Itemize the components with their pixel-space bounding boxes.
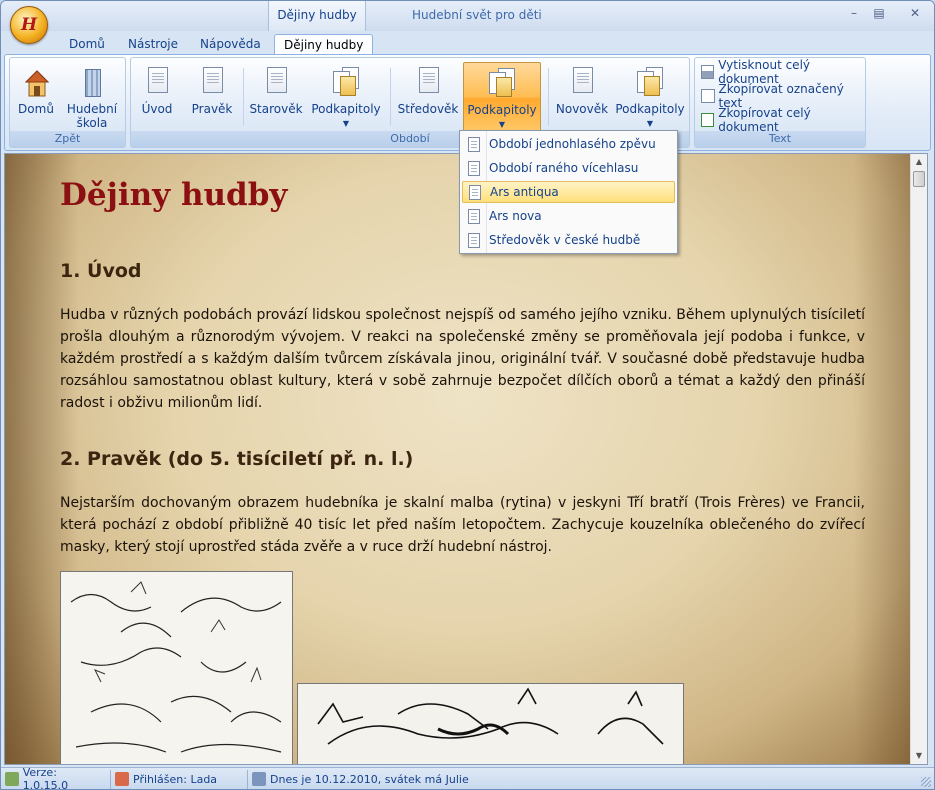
document-icon xyxy=(468,232,480,248)
date-text: Dnes je 10.12.2010, svátek má Julie xyxy=(270,772,469,786)
version-text: Verze: 1.0.15.0 xyxy=(22,766,69,790)
tab-napoveda[interactable]: Nápověda xyxy=(190,34,271,55)
starovek-podkapitoly-button[interactable]: Podkapitoly ▼ xyxy=(309,62,383,132)
tab-domu[interactable]: Domů xyxy=(59,34,115,55)
window-title: Hudební svět pro děti xyxy=(412,8,542,22)
document-icon xyxy=(414,67,442,99)
documents-icon xyxy=(636,67,664,99)
document-icon xyxy=(469,184,481,200)
dropdown-arrow-icon: ▼ xyxy=(646,119,654,128)
document-icon xyxy=(143,67,171,99)
group-label-text: Text xyxy=(695,131,865,147)
section-text-pravek: Nejstarším dochovaným obrazem hudebníka … xyxy=(60,495,865,555)
copy-icon xyxy=(701,89,715,103)
tab-nastroje[interactable]: Nástroje xyxy=(118,34,188,55)
separator xyxy=(548,68,549,126)
stredovek-button[interactable]: Středověk xyxy=(395,62,461,132)
pravek-label: Pravěk xyxy=(191,102,233,116)
status-date: Dnes je 10.12.2010, svátek má Julie xyxy=(248,770,475,789)
status-bar: Verze: 1.0.15.0 Přihlášen: Lada Dnes je … xyxy=(1,766,934,789)
tab-dejiny-hudby[interactable]: Dějiny hudby xyxy=(274,34,374,55)
stredovek-podkapitoly-button[interactable]: Podkapitoly ▼ xyxy=(463,62,541,132)
novovek-button[interactable]: Novověk xyxy=(553,62,611,132)
podkapitoly-label: Podkapitoly xyxy=(467,103,537,117)
documents-icon xyxy=(488,68,516,100)
user-icon xyxy=(115,772,129,786)
copy-all-label: Zkopírovat celý dokument xyxy=(718,106,811,134)
house-icon xyxy=(22,67,50,99)
cave-painting-image xyxy=(60,571,293,764)
stredovek-label: Středověk xyxy=(397,102,459,116)
menu-item-label: Středověk v české hudbě xyxy=(489,233,641,247)
cave-engraving-image xyxy=(297,683,684,764)
scroll-down-icon[interactable]: ▼ xyxy=(913,750,925,762)
group-zpet: Domů Hudební škola Zpět xyxy=(9,57,126,148)
section-heading-pravek: 2. Pravěk (do 5. tisíciletí př. n. l.) xyxy=(60,448,414,470)
podkapitoly-label: Podkapitoly xyxy=(311,102,381,116)
separator xyxy=(243,68,244,126)
document-icon xyxy=(468,208,480,224)
minimize-icon[interactable]: – xyxy=(843,6,865,22)
domu-label: Domů xyxy=(18,102,54,116)
printer-icon xyxy=(701,65,715,79)
ribbon-tabs: Domů Nástroje Nápověda Dějiny hudby xyxy=(1,31,934,55)
uvod-label: Úvod xyxy=(141,102,173,116)
status-user: Přihlášen: Lada xyxy=(111,769,248,789)
document-title: Dějiny hudby xyxy=(60,177,288,213)
starovek-button[interactable]: Starověk xyxy=(248,62,304,132)
context-tab-header: Dějiny hudby xyxy=(268,1,366,31)
menu-item-jednohlas[interactable]: Období jednohlasého zpěvu xyxy=(462,133,675,155)
menu-item-vicehlas[interactable]: Období raného vícehlasu xyxy=(462,157,675,179)
user-text: Přihlášen: Lada xyxy=(133,772,218,786)
menu-item-label: Období raného vícehlasu xyxy=(489,161,639,175)
menu-item-ars-antiqua[interactable]: Ars antiqua xyxy=(462,181,675,203)
maximize-icon[interactable]: ▤ xyxy=(868,6,890,22)
menu-item-stredovek-ceske[interactable]: Středověk v české hudbě xyxy=(462,229,675,251)
novovek-podkapitoly-button[interactable]: Podkapitoly ▼ xyxy=(613,62,687,132)
novovek-label: Novověk xyxy=(555,102,609,116)
document-icon xyxy=(198,67,226,99)
application-button[interactable]: H xyxy=(10,6,48,44)
document-icon xyxy=(568,67,596,99)
document-icon xyxy=(468,136,480,152)
group-text: Vytisknout celý dokument Zkopírovat ozna… xyxy=(694,57,866,148)
hudebni-skola-label: Hudební škola xyxy=(66,102,118,130)
copy-selected-button[interactable]: Zkopírovat označený text xyxy=(701,82,865,110)
version-icon xyxy=(5,772,19,786)
app-window: Dějiny hudby Hudební svět pro děti – ▤ ✕… xyxy=(0,0,935,790)
app-logo-icon: H xyxy=(20,15,38,35)
starovek-label: Starověk xyxy=(249,102,303,116)
copy-all-icon xyxy=(701,113,715,127)
document-icon xyxy=(262,67,290,99)
document-icon xyxy=(468,160,480,176)
pravek-button[interactable]: Pravěk xyxy=(185,62,239,132)
podkapitoly-dropdown-menu: Období jednohlasého zpěvu Období raného … xyxy=(459,130,678,254)
group-label-zpet: Zpět xyxy=(10,131,125,147)
status-version: Verze: 1.0.15.0 xyxy=(1,766,111,789)
resize-grip-icon[interactable] xyxy=(921,777,931,787)
scroll-up-icon[interactable]: ▲ xyxy=(913,156,925,168)
section-text-uvod: Hudba v různých podobách provází lidskou… xyxy=(60,307,865,411)
documents-icon xyxy=(332,67,360,99)
podkapitoly-label: Podkapitoly xyxy=(615,102,685,116)
domu-button[interactable]: Domů xyxy=(14,62,58,132)
menu-item-label: Období jednohlasého zpěvu xyxy=(489,137,656,151)
vertical-scrollbar[interactable]: ▲ ▼ xyxy=(910,154,927,764)
dropdown-arrow-icon: ▼ xyxy=(342,119,350,128)
building-icon xyxy=(78,67,106,99)
menu-item-label: Ars nova xyxy=(489,209,542,223)
calendar-icon xyxy=(252,772,266,786)
section-heading-uvod: 1. Úvod xyxy=(60,260,142,282)
copy-all-button[interactable]: Zkopírovat celý dokument xyxy=(701,106,865,134)
menu-item-ars-nova[interactable]: Ars nova xyxy=(462,205,675,227)
close-icon[interactable]: ✕ xyxy=(904,6,926,22)
hudebni-skola-button[interactable]: Hudební škola xyxy=(62,62,122,132)
print-document-button[interactable]: Vytisknout celý dokument xyxy=(701,58,865,86)
uvod-button[interactable]: Úvod xyxy=(135,62,179,132)
separator xyxy=(390,68,391,126)
scroll-thumb[interactable] xyxy=(913,171,925,187)
menu-item-label: Ars antiqua xyxy=(490,185,559,199)
title-bar: Dějiny hudby Hudební svět pro děti – ▤ ✕ xyxy=(1,1,934,31)
